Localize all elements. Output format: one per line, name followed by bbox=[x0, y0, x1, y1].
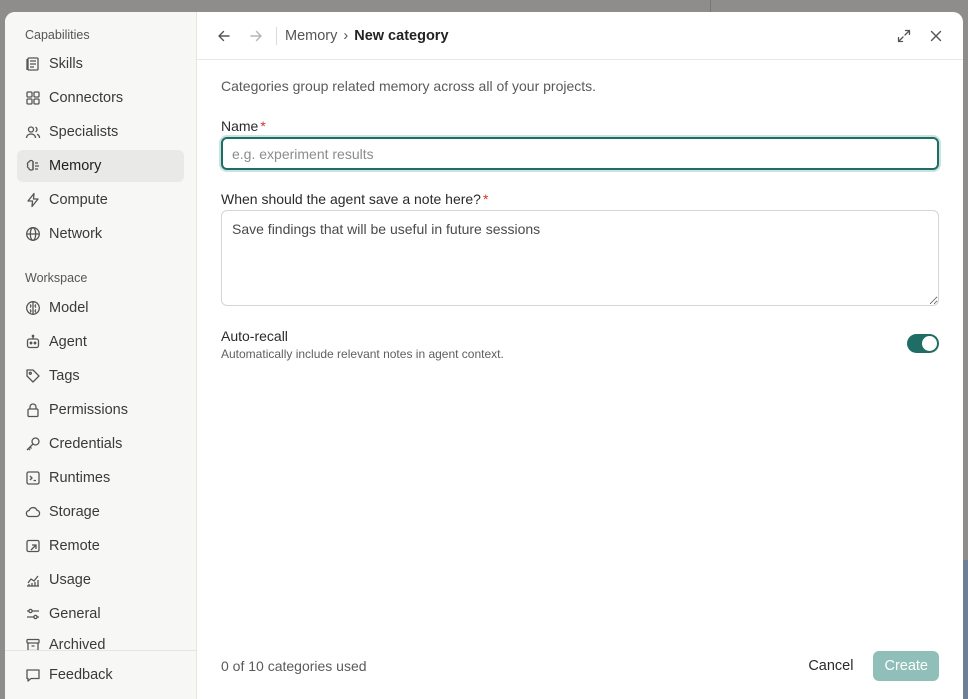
skills-icon bbox=[25, 56, 41, 72]
sidebar-scroll-area[interactable]: Capabilities Skills Connectors Specialis… bbox=[5, 12, 196, 650]
sidebar-item-storage[interactable]: Storage bbox=[17, 496, 184, 528]
forward-button[interactable] bbox=[245, 25, 267, 47]
window-controls bbox=[893, 25, 947, 47]
sidebar-item-label: Tags bbox=[49, 368, 80, 384]
close-button[interactable] bbox=[925, 25, 947, 47]
sidebar-item-connectors[interactable]: Connectors bbox=[17, 82, 184, 114]
lock-icon bbox=[25, 402, 41, 418]
create-button[interactable]: Create bbox=[873, 650, 939, 681]
sidebar-item-label: Model bbox=[49, 300, 89, 316]
required-mark: * bbox=[260, 118, 266, 134]
sidebar-item-credentials[interactable]: Credentials bbox=[17, 428, 184, 460]
sidebar-item-label: Permissions bbox=[49, 402, 128, 418]
sidebar-item-memory[interactable]: Memory bbox=[17, 150, 184, 182]
settings-modal: Capabilities Skills Connectors Specialis… bbox=[5, 12, 963, 699]
sidebar-item-usage[interactable]: Usage bbox=[17, 564, 184, 596]
sidebar-item-archived[interactable]: Archived bbox=[17, 632, 184, 650]
feedback-label: Feedback bbox=[49, 667, 113, 683]
message-icon bbox=[25, 667, 41, 683]
sidebar-item-tags[interactable]: Tags bbox=[17, 360, 184, 392]
sidebar-item-label: Network bbox=[49, 226, 103, 242]
note-label: When should the agent save a note here? * bbox=[221, 190, 939, 208]
chart-icon bbox=[25, 572, 41, 588]
sidebar-item-label: Connectors bbox=[49, 90, 124, 106]
tag-icon bbox=[25, 368, 41, 384]
sidebar-item-runtimes[interactable]: Runtimes bbox=[17, 462, 184, 494]
sidebar-item-label: Memory bbox=[49, 158, 102, 174]
cancel-button[interactable]: Cancel bbox=[800, 652, 861, 680]
sidebar-item-label: Usage bbox=[49, 572, 91, 588]
form-footer: 0 of 10 categories used Cancel Create bbox=[197, 632, 963, 699]
sliders-icon bbox=[25, 606, 41, 622]
section-label-workspace: Workspace bbox=[25, 271, 88, 285]
required-mark: * bbox=[482, 191, 489, 207]
sidebar-item-label: Agent bbox=[49, 334, 87, 350]
form-description: Categories group related memory across a… bbox=[221, 78, 597, 94]
auto-recall-toggle[interactable] bbox=[907, 334, 939, 353]
sidebar-item-label: Storage bbox=[49, 504, 100, 520]
model-icon bbox=[25, 300, 41, 316]
breadcrumb-separator: › bbox=[343, 27, 349, 44]
note-label-text: When should the agent save a note here? bbox=[221, 191, 481, 207]
main-panel: Memory › New category Categories group r… bbox=[197, 12, 963, 699]
form-content: Categories group related memory across a… bbox=[197, 60, 963, 364]
sidebar-item-label: Runtimes bbox=[49, 470, 111, 486]
back-button[interactable] bbox=[213, 25, 235, 47]
sidebar-item-label: Skills bbox=[49, 56, 83, 72]
sidebar-item-compute[interactable]: Compute bbox=[17, 184, 184, 216]
top-bar: Memory › New category bbox=[197, 12, 963, 60]
specialists-icon bbox=[25, 124, 41, 140]
agent-icon bbox=[25, 334, 41, 350]
sidebar-item-label: Archived bbox=[49, 637, 106, 650]
category-usage-count: 0 of 10 categories used bbox=[221, 657, 367, 674]
expand-button[interactable] bbox=[893, 25, 915, 47]
breadcrumb: Memory › New category bbox=[285, 28, 449, 44]
sidebar-item-agent[interactable]: Agent bbox=[17, 326, 184, 358]
sidebar-item-network[interactable]: Network bbox=[17, 218, 184, 250]
terminal-icon bbox=[25, 470, 41, 486]
remote-icon bbox=[25, 538, 41, 554]
close-icon bbox=[930, 30, 942, 42]
sidebar-item-label: Specialists bbox=[49, 124, 119, 140]
sidebar-item-label: Compute bbox=[49, 192, 108, 208]
sidebar-item-general[interactable]: General bbox=[17, 598, 184, 630]
toggle-knob bbox=[922, 336, 937, 351]
sidebar-item-specialists[interactable]: Specialists bbox=[17, 116, 184, 148]
auto-recall-row: Auto-recall Automatically include releva… bbox=[221, 328, 939, 364]
sidebar-item-remote[interactable]: Remote bbox=[17, 530, 184, 562]
sidebar-item-model[interactable]: Model bbox=[17, 292, 184, 324]
note-trigger-textarea[interactable]: Save findings that will be useful in fut… bbox=[221, 210, 939, 306]
sidebar-footer: Feedback bbox=[5, 650, 196, 699]
sidebar-item-permissions[interactable]: Permissions bbox=[17, 394, 184, 426]
section-label-capabilities: Capabilities bbox=[25, 28, 90, 42]
compute-icon bbox=[25, 192, 41, 208]
auto-recall-title: Auto-recall bbox=[221, 328, 288, 344]
footer-actions: Cancel Create bbox=[800, 650, 939, 681]
breadcrumb-memory-link[interactable]: Memory bbox=[285, 28, 337, 44]
cloud-icon bbox=[25, 504, 41, 520]
arrow-left-icon bbox=[218, 30, 230, 41]
key-icon bbox=[25, 436, 41, 452]
sidebar-item-label: Remote bbox=[49, 538, 100, 554]
name-input[interactable] bbox=[221, 137, 939, 170]
sidebar-item-label: Credentials bbox=[49, 436, 123, 452]
page-title: New category bbox=[354, 27, 449, 44]
topbar-divider bbox=[276, 26, 277, 45]
auto-recall-description: Automatically include relevant notes in … bbox=[221, 347, 504, 361]
sidebar-item-label: General bbox=[49, 606, 101, 622]
network-icon bbox=[25, 226, 41, 242]
name-label: Name * bbox=[221, 117, 939, 135]
sidebar-item-skills[interactable]: Skills bbox=[17, 48, 184, 80]
name-label-text: Name bbox=[221, 118, 259, 134]
settings-sidebar: Capabilities Skills Connectors Specialis… bbox=[5, 12, 197, 699]
expand-icon bbox=[897, 29, 911, 43]
connectors-icon bbox=[25, 90, 41, 106]
feedback-button[interactable]: Feedback bbox=[17, 659, 184, 691]
memory-icon bbox=[25, 158, 41, 174]
arrow-right-icon bbox=[250, 30, 262, 41]
archive-icon bbox=[25, 637, 41, 650]
